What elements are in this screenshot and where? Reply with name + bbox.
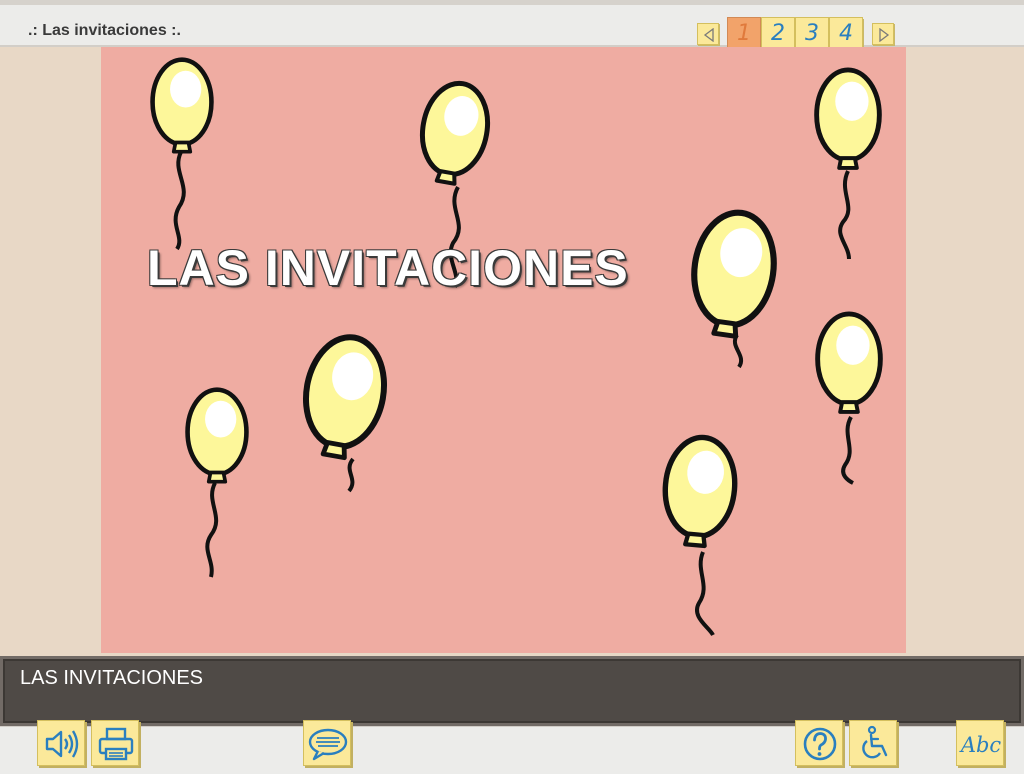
balloons-illustration bbox=[101, 47, 906, 637]
abc-label: Abc bbox=[959, 733, 1002, 757]
balloon bbox=[660, 434, 738, 637]
caption-bar: LAS INVITACIONES bbox=[0, 656, 1024, 726]
abc-button[interactable]: Abc bbox=[956, 720, 1004, 766]
accessibility-button[interactable] bbox=[849, 720, 897, 766]
abc-icon: Abc bbox=[959, 733, 1002, 757]
page-title: .: Las invitaciones :. bbox=[28, 22, 181, 39]
triangle-left-icon bbox=[703, 28, 714, 42]
balloon bbox=[296, 331, 392, 493]
stage-area: LAS INVITACIONES bbox=[101, 47, 906, 653]
printer-icon bbox=[98, 727, 134, 761]
page-2-button[interactable]: 2 bbox=[761, 17, 795, 49]
speaker-icon bbox=[45, 730, 79, 758]
balloon bbox=[818, 314, 881, 485]
subtitles-button[interactable] bbox=[303, 720, 351, 766]
previous-page-button[interactable] bbox=[697, 23, 719, 45]
triangle-right-icon bbox=[879, 28, 890, 42]
balloon bbox=[817, 70, 880, 260]
balloon bbox=[686, 207, 781, 369]
stage-title: LAS INVITACIONES bbox=[147, 240, 629, 296]
next-page-button[interactable] bbox=[872, 23, 894, 45]
audio-button[interactable] bbox=[37, 720, 85, 766]
speech-bubble-icon bbox=[308, 728, 348, 761]
page-3-button[interactable]: 3 bbox=[795, 17, 829, 49]
print-button[interactable] bbox=[91, 720, 139, 766]
balloon bbox=[188, 390, 247, 578]
help-button[interactable] bbox=[795, 720, 843, 766]
page-1-button[interactable]: 1 bbox=[727, 17, 761, 49]
page-4-button[interactable]: 4 bbox=[829, 17, 863, 49]
caption-text: LAS INVITACIONES bbox=[20, 667, 204, 689]
help-icon bbox=[803, 727, 837, 761]
balloon bbox=[153, 60, 212, 251]
header-bar: .: Las invitaciones :. 1 2 3 4 bbox=[0, 0, 1024, 49]
accessibility-icon bbox=[862, 725, 888, 759]
